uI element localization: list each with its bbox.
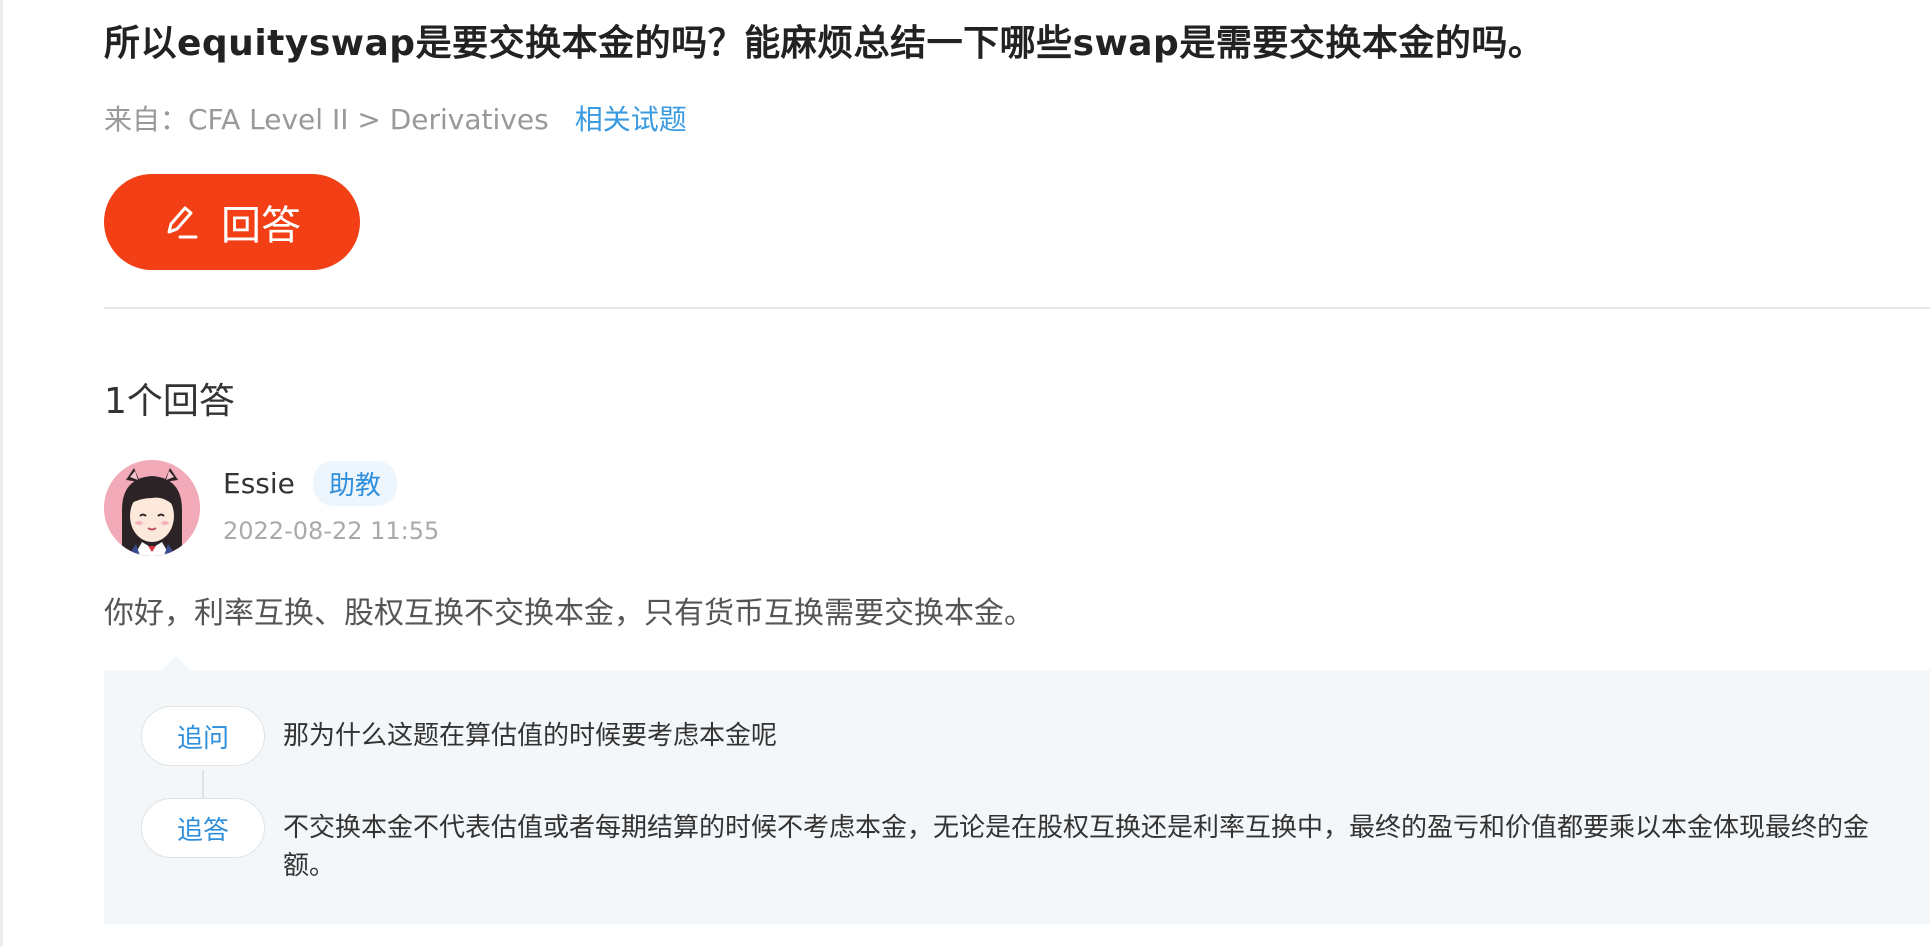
pencil-icon: [163, 202, 199, 242]
related-questions-link[interactable]: 相关试题: [575, 103, 687, 136]
author-name: Essie: [223, 467, 295, 500]
avatar[interactable]: [104, 460, 200, 556]
question-title: 所以equityswap是要交换本金的吗？能麻烦总结一下哪些swap是需要交换本…: [104, 23, 1545, 64]
thread-connector: [202, 770, 204, 798]
answer-author: Essie 助教: [223, 461, 397, 506]
followup-tag: 追问: [141, 706, 265, 766]
answer-text: 你好，利率互换、股权互换不交换本金，只有货币互换需要交换本金。: [104, 596, 1034, 631]
followup-thread: 追问 那为什么这题在算估值的时候要考虑本金呢 追答 不交换本金不代表估值或者每期…: [104, 656, 1930, 924]
answer-button[interactable]: 回答: [104, 174, 360, 270]
question-source: 来自：CFA Level II > Derivatives: [104, 103, 549, 136]
followup-reply: 追答 不交换本金不代表估值或者每期结算的时候不考虑本金，无论是在股权互换还是利率…: [141, 798, 1883, 885]
followup-reply-tag: 追答: [141, 798, 265, 858]
page: 所以equityswap是要交换本金的吗？能麻烦总结一下哪些swap是需要交换本…: [0, 0, 1930, 946]
followup-text: 那为什么这题在算估值的时候要考虑本金呢: [283, 721, 778, 751]
followup-question: 追问 那为什么这题在算估值的时候要考虑本金呢: [141, 706, 1883, 766]
role-badge: 助教: [312, 461, 397, 506]
divider: [104, 307, 1930, 309]
answer-count: 1个回答: [104, 381, 235, 422]
followup-pointer: [162, 656, 190, 670]
answer-button-label: 回答: [221, 204, 301, 248]
answer-time: 2022-08-22 11:55: [223, 517, 440, 545]
question-meta: 来自：CFA Level II > Derivatives 相关试题: [104, 98, 687, 138]
followup-reply-text: 不交换本金不代表估值或者每期结算的时候不考虑本金，无论是在股权互换还是利率互换中…: [283, 813, 1870, 881]
